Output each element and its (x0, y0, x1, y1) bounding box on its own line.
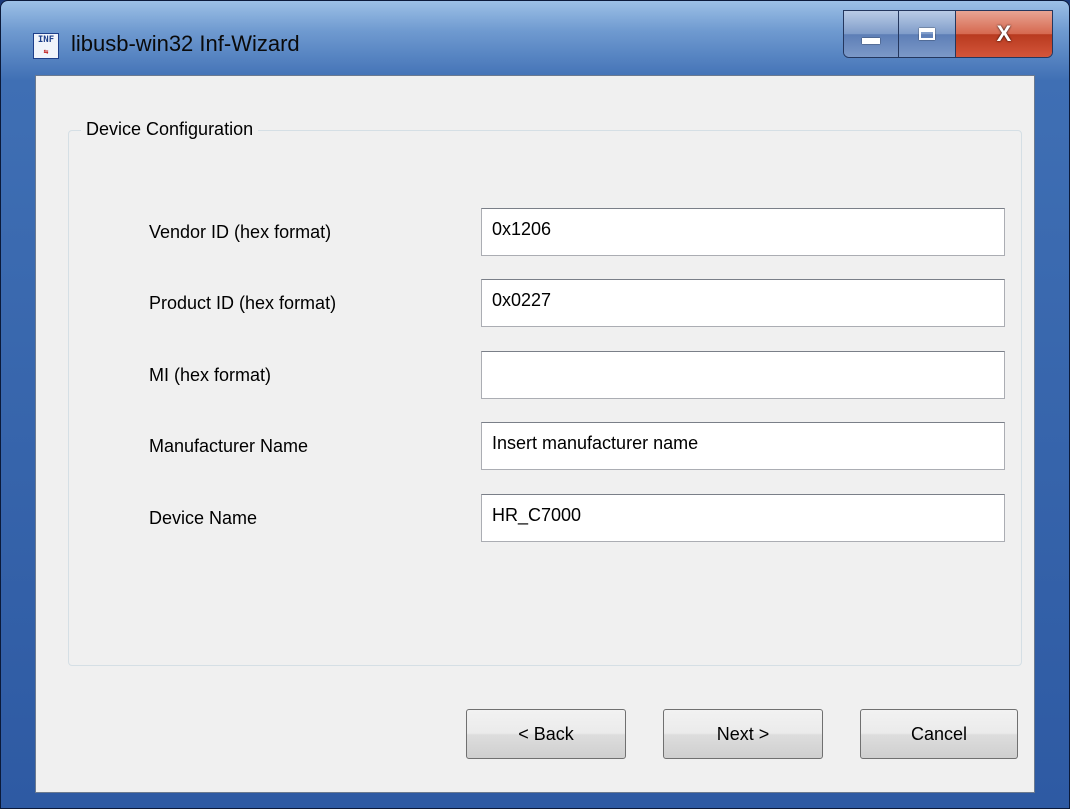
maximize-button[interactable] (898, 11, 955, 57)
vendor-id-label: Vendor ID (hex format) (149, 222, 332, 242)
inf-usb-icon: INF ⇆ (33, 33, 59, 59)
mi-label: MI (hex format) (149, 365, 272, 385)
group-title: Device Configuration (81, 119, 259, 140)
window-controls: X (843, 10, 1053, 58)
close-icon: X (996, 21, 1012, 46)
manufacturer-name-input[interactable]: Insert manufacturer name (481, 422, 1005, 470)
dialog-client-area: Device Configuration Vendor ID (hex form… (35, 75, 1035, 793)
cancel-button[interactable]: Cancel (860, 709, 1018, 759)
minimize-icon (862, 38, 880, 44)
device-name-label: Device Name (149, 508, 258, 528)
close-button[interactable]: X (955, 11, 1052, 57)
wizard-window: INF ⇆ libusb-win32 Inf-Wizard X Device C… (0, 0, 1070, 809)
device-configuration-group: Device Configuration Vendor ID (hex form… (68, 119, 1022, 666)
next-button[interactable]: Next > (663, 709, 823, 759)
device-name-input[interactable]: HR_C7000 (481, 494, 1005, 542)
maximize-icon (919, 28, 935, 40)
manufacturer-name-label: Manufacturer Name (149, 436, 309, 456)
vendor-id-input[interactable]: 0x1206 (481, 208, 1005, 256)
mi-input[interactable] (481, 351, 1005, 399)
minimize-button[interactable] (844, 11, 898, 57)
title-bar[interactable]: INF ⇆ libusb-win32 Inf-Wizard X (1, 1, 1069, 75)
back-button[interactable]: < Back (466, 709, 626, 759)
window-title: libusb-win32 Inf-Wizard (71, 31, 300, 56)
product-id-label: Product ID (hex format) (149, 293, 337, 313)
product-id-input[interactable]: 0x0227 (481, 279, 1005, 327)
app-icon-text: INF (37, 35, 55, 45)
